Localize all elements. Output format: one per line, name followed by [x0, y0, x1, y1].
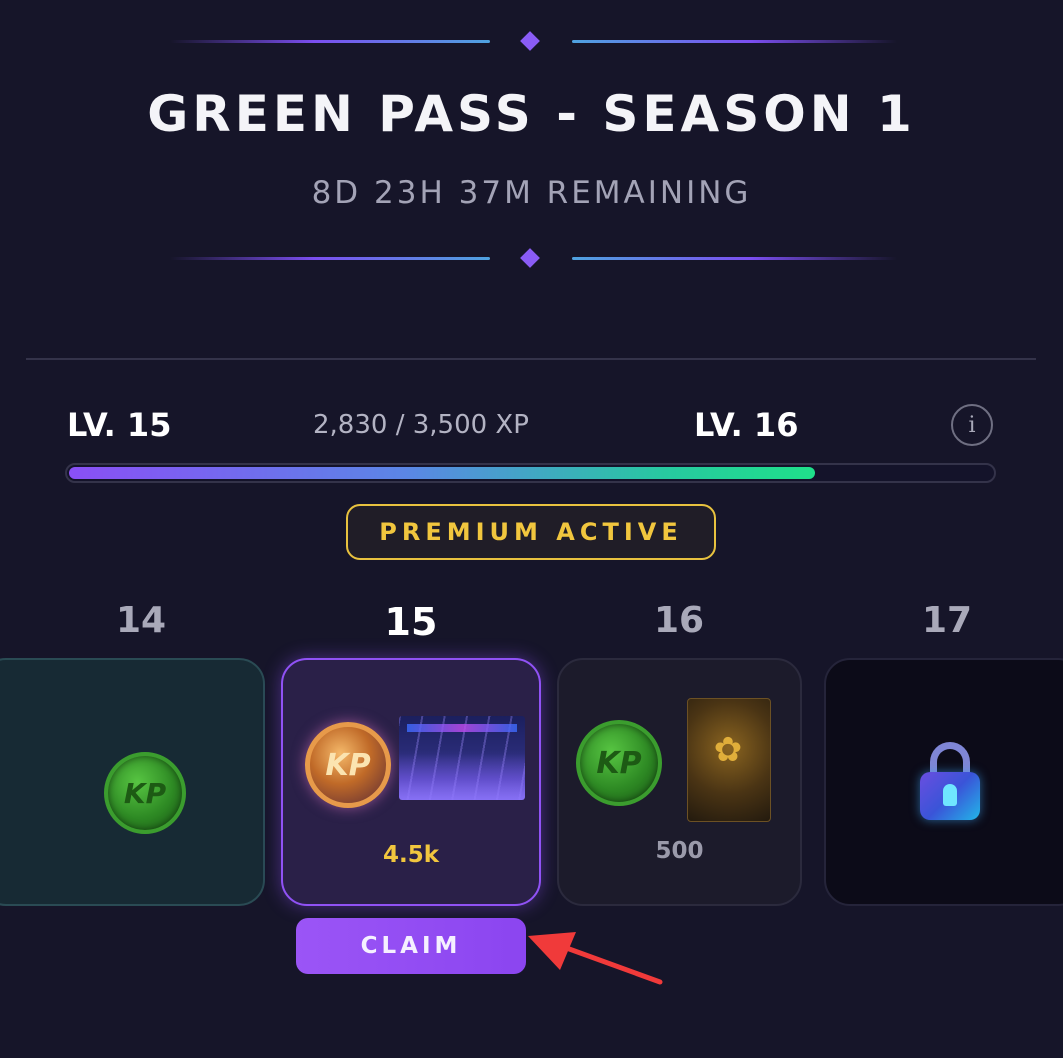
current-level-label: LV. 15: [67, 406, 172, 444]
battle-pass-screen: GREEN PASS - SEASON 1 8D 23H 37M REMAINI…: [0, 0, 1063, 1058]
xp-counter: 2,830 / 3,500 XP: [313, 410, 529, 440]
header-rule-right-bottom: [572, 257, 897, 260]
reward-amount-16: 500: [655, 838, 704, 864]
kp-coin-green-icon: KP: [104, 752, 186, 834]
tier-number-15: 15: [384, 600, 438, 644]
header-rule-left-bottom: [170, 257, 490, 260]
page-title: GREEN PASS - SEASON 1: [147, 85, 916, 143]
lock-icon: [920, 742, 980, 820]
info-icon[interactable]: i: [951, 404, 993, 446]
reward-card-14[interactable]: KP: [0, 658, 265, 906]
xp-progress-fill: [69, 467, 815, 479]
reward-amount-15: 4.5k: [382, 842, 440, 868]
kp-coin-green-icon: KP: [576, 720, 662, 806]
header-diamond-ornament: [520, 31, 540, 51]
kp-coin-gold-icon: KP: [305, 722, 391, 808]
annotation-arrow-icon: [528, 932, 663, 985]
premium-active-badge: PREMIUM ACTIVE: [346, 504, 716, 560]
season-remaining-time: 8D 23H 37M REMAINING: [311, 175, 752, 211]
header-rule-left: [170, 40, 490, 43]
header-rule-right: [572, 40, 897, 43]
reward-card-17[interactable]: [824, 658, 1063, 906]
reward-card-15[interactable]: KP 4.5k: [281, 658, 541, 906]
arena-reward-image: [399, 716, 525, 800]
leaf-icon: ✿: [713, 730, 743, 770]
section-divider: [26, 358, 1036, 360]
next-level-label: LV. 16: [694, 406, 799, 444]
tier-number-17: 17: [921, 600, 973, 641]
tier-number-16: 16: [653, 600, 705, 641]
tier-number-14: 14: [115, 600, 167, 641]
claim-button[interactable]: CLAIM: [296, 918, 526, 974]
header-diamond-ornament-bottom: [520, 248, 540, 268]
reward-card-16[interactable]: KP ✿ 500: [557, 658, 802, 906]
xp-progress-bar: [65, 463, 996, 483]
